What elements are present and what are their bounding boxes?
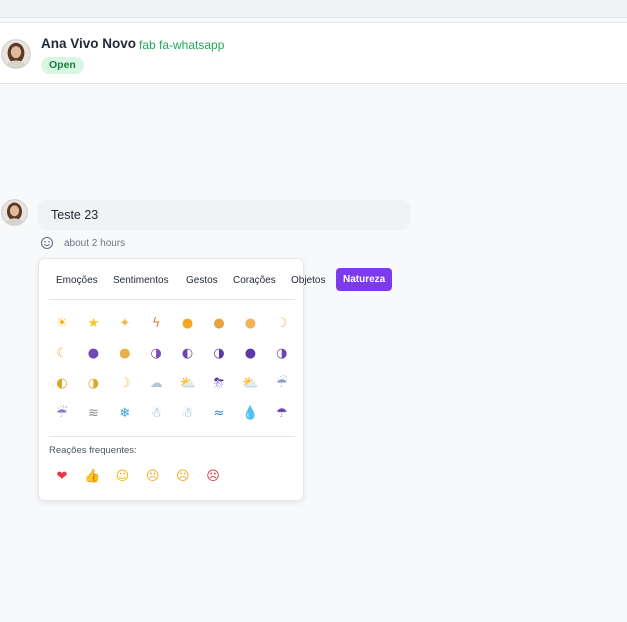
emoji-item[interactable]: ☾ bbox=[51, 343, 73, 365]
message-bubble: Teste 23 bbox=[38, 200, 410, 230]
tab-natureza[interactable]: Natureza bbox=[336, 268, 393, 291]
emoji-item[interactable]: ☔ bbox=[271, 373, 293, 395]
contact-avatar[interactable] bbox=[1, 39, 31, 69]
tab-emocoes[interactable]: Emoções bbox=[56, 269, 98, 292]
emoji-item[interactable]: ☂ bbox=[271, 403, 293, 425]
emoji-item[interactable]: ● bbox=[114, 343, 136, 365]
emoji-item[interactable]: ◑ bbox=[145, 343, 167, 365]
emoji-item[interactable]: ● bbox=[239, 313, 261, 335]
emoji-item[interactable]: ⛈ bbox=[208, 373, 230, 395]
frequent-reaction-item[interactable]: ☹ bbox=[172, 466, 194, 488]
emoji-item[interactable]: ⛅ bbox=[239, 373, 261, 395]
emoji-item[interactable]: ☽ bbox=[114, 373, 136, 395]
contact-name: Ana Vivo Novo bbox=[41, 36, 137, 51]
tab-gestos[interactable]: Gestos bbox=[186, 269, 218, 292]
top-toolbar-strip bbox=[0, 0, 627, 18]
frequent-reaction-item[interactable]: ☹ bbox=[142, 466, 164, 488]
message-text: Teste 23 bbox=[51, 208, 99, 222]
emoji-item[interactable]: ◑ bbox=[82, 373, 104, 395]
emoji-item[interactable]: ☔ bbox=[51, 403, 73, 425]
emoji-item[interactable]: ✦ bbox=[114, 313, 136, 335]
emoji-item[interactable]: ☽ bbox=[271, 313, 293, 335]
emoji-item[interactable]: ● bbox=[208, 313, 230, 335]
emoji-item[interactable]: ◐ bbox=[177, 343, 199, 365]
emoji-item[interactable]: 💧 bbox=[239, 403, 261, 425]
emoji-item[interactable]: ● bbox=[239, 343, 261, 365]
emoji-item[interactable]: ≋ bbox=[82, 403, 104, 425]
emoji-item[interactable]: ☁ bbox=[145, 373, 167, 395]
emoji-item[interactable]: ◑ bbox=[208, 343, 230, 365]
frequent-reaction-item[interactable]: ☺ bbox=[111, 466, 133, 488]
emoji-item[interactable]: ● bbox=[82, 343, 104, 365]
emoji-item[interactable]: ❄ bbox=[114, 403, 136, 425]
emoji-item[interactable]: ◑ bbox=[271, 343, 293, 365]
emoji-item[interactable]: ≈ bbox=[208, 403, 230, 425]
message-timestamp: about 2 hours bbox=[64, 238, 126, 249]
emoji-item[interactable]: ☃ bbox=[177, 403, 199, 425]
add-reaction-icon[interactable] bbox=[40, 236, 54, 250]
emoji-item[interactable]: ◐ bbox=[51, 373, 73, 395]
tab-objetos[interactable]: Objetos bbox=[291, 269, 325, 292]
emoji-item[interactable]: ☀ bbox=[51, 313, 73, 335]
emoji-item[interactable]: ☃ bbox=[145, 403, 167, 425]
message-sender-avatar bbox=[1, 199, 28, 226]
emoji-item[interactable]: ϟ bbox=[145, 313, 167, 335]
conversation-header: Ana Vivo Novo fab fa-whatsapp Open bbox=[0, 22, 627, 84]
picker-divider-top bbox=[49, 299, 295, 300]
frequent-reactions-label: Reações frequentes: bbox=[49, 445, 137, 456]
emoji-item[interactable]: ★ bbox=[82, 313, 104, 335]
picker-divider-bottom bbox=[49, 436, 295, 437]
tab-sentimentos[interactable]: Sentimentos bbox=[113, 269, 169, 292]
tab-coracoes[interactable]: Corações bbox=[233, 269, 276, 292]
channel-label: fab fa-whatsapp bbox=[139, 38, 225, 52]
emoji-item[interactable]: ● bbox=[177, 313, 199, 335]
emoji-category-tabs: Emoções Sentimentos Gestos Corações Obje… bbox=[39, 268, 393, 293]
emoji-item[interactable]: ⛅ bbox=[177, 373, 199, 395]
emoji-picker: Emoções Sentimentos Gestos Corações Obje… bbox=[38, 258, 393, 501]
frequent-reaction-item[interactable]: ❤ bbox=[51, 466, 73, 488]
frequent-reaction-item[interactable]: 👍 bbox=[81, 466, 103, 488]
frequent-reaction-item[interactable]: ☹ bbox=[202, 466, 224, 488]
status-badge: Open bbox=[41, 57, 84, 74]
